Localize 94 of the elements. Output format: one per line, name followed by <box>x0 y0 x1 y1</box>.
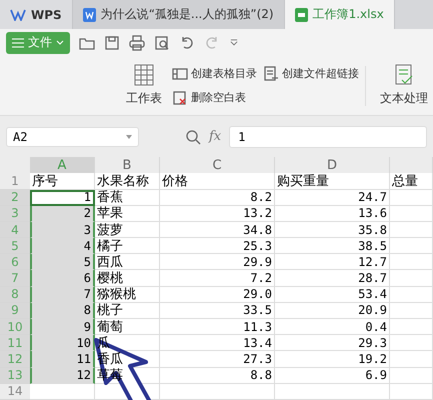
table-cell: 7.2 <box>160 270 275 287</box>
logo-icon <box>10 8 26 21</box>
table-cell: 桃子 <box>95 302 160 320</box>
row-header[interactable]: 6 <box>0 254 30 270</box>
sheet-icon <box>134 64 154 86</box>
sheet-button[interactable]: 工作表 <box>122 64 166 108</box>
table-cell: 38.5 <box>275 238 390 254</box>
table-cell: 11 <box>30 351 95 368</box>
table-cell: 4 <box>30 238 95 254</box>
row-header[interactable]: 13 <box>0 368 30 384</box>
row-header[interactable]: 3 <box>0 206 30 222</box>
file-menu-button[interactable]: 文件 <box>6 32 70 54</box>
zoom-icon[interactable] <box>185 128 201 145</box>
name-box[interactable]: A2 <box>6 126 139 147</box>
table-cell: 13.6 <box>275 206 390 222</box>
tab-label: 为什么说“孤独是...人的孤独”(2) <box>100 6 274 24</box>
table-list-icon[interactable] <box>172 66 188 82</box>
table-cell: 菠萝 <box>95 222 160 238</box>
table-cell: 29.9 <box>160 254 275 270</box>
table-cell: 13.4 <box>160 335 275 352</box>
table-cell: 24.7 <box>275 190 390 206</box>
table-cell: 猕猴桃 <box>95 286 160 303</box>
row-header[interactable]: 11 <box>0 335 30 352</box>
row-header[interactable]: 8 <box>0 286 30 303</box>
caret-icon <box>126 134 132 139</box>
row-header[interactable]: 9 <box>0 302 30 320</box>
table-cell: 6.9 <box>275 368 390 384</box>
table-cell: 6 <box>30 270 95 287</box>
table-cell: 35.8 <box>275 222 390 238</box>
table-cell: 9 <box>30 319 95 336</box>
table-cell: 27.3 <box>160 351 275 368</box>
table-cell: 7 <box>30 286 95 303</box>
document-link-icon[interactable] <box>263 66 279 82</box>
formula-field[interactable]: 1 <box>229 126 427 148</box>
table-cell: 价格 <box>160 173 275 190</box>
table-cell: 3 <box>30 222 95 238</box>
row-header[interactable]: 1 <box>0 173 30 190</box>
table-cell: 20.9 <box>275 302 390 320</box>
table-cell: 13.2 <box>160 206 275 222</box>
row-header[interactable]: 5 <box>0 238 30 254</box>
table-cell: 橘子 <box>95 238 160 254</box>
row-header[interactable]: 4 <box>0 222 30 238</box>
table-cell: 购买重量 <box>275 173 390 190</box>
table-cell: 樱桃 <box>95 270 160 287</box>
tab[interactable]: WPS <box>0 0 73 30</box>
row-header[interactable]: 10 <box>0 319 30 336</box>
table-cell: 8.8 <box>160 368 275 384</box>
table-cell: 西瓜 <box>95 254 160 270</box>
table-cell: 水果名称 <box>95 173 160 190</box>
table-cell: 28.7 <box>275 270 390 287</box>
tab-label: WPS <box>31 8 62 22</box>
caret-icon <box>56 40 64 46</box>
table-cell: 19.2 <box>275 351 390 368</box>
table-cell: 33.5 <box>160 302 275 320</box>
tab[interactable]: 为什么说“孤独是...人的孤独”(2) <box>72 0 285 30</box>
table-cell: 53.4 <box>275 286 390 303</box>
delete-sheet-icon[interactable] <box>172 90 188 106</box>
print-icon[interactable] <box>129 34 145 51</box>
table-cell: 12.7 <box>275 254 390 270</box>
spreadsheet-icon <box>294 8 308 22</box>
table-cell: 2 <box>30 206 95 222</box>
table-cell: 总量 <box>390 173 433 190</box>
table-cell: 11.3 <box>160 319 275 336</box>
save-icon[interactable] <box>104 34 120 51</box>
table-cell: 苹果 <box>95 206 160 222</box>
text-processing-button[interactable]: 文本处理 <box>376 64 432 108</box>
print-preview-icon[interactable] <box>154 34 170 51</box>
table-cell: 序号 <box>30 173 95 190</box>
table-cell: 34.8 <box>160 222 275 238</box>
table-cell: 葡萄 <box>95 319 160 336</box>
tab[interactable]: 工作簿1.xlsx <box>284 0 395 30</box>
row-header[interactable]: 12 <box>0 351 30 368</box>
row-header[interactable]: 14 <box>0 384 30 400</box>
document-icon <box>82 8 96 22</box>
row-header[interactable]: 7 <box>0 270 30 287</box>
function-label[interactable]: fx <box>209 129 222 144</box>
table-cell: 12 <box>30 368 95 384</box>
table-cell: 5 <box>30 254 95 270</box>
ribbon-command[interactable]: 创建文件超链接 <box>263 66 359 82</box>
table-cell: 29.0 <box>160 286 275 303</box>
row-header[interactable]: 2 <box>0 190 30 206</box>
ribbon-command[interactable]: 删除空白表 <box>172 90 257 106</box>
table-cell: 0.4 <box>275 319 390 336</box>
table-cell: 10 <box>30 335 95 352</box>
table-cell: 8 <box>30 302 95 320</box>
table-cell: 1 <box>30 190 95 206</box>
tab-label: 工作簿1.xlsx <box>312 6 384 24</box>
table-cell: 25.3 <box>160 238 275 254</box>
document-check-icon <box>394 64 414 86</box>
table-cell: 香蕉 <box>95 190 160 206</box>
table-cell: 8.2 <box>160 190 275 206</box>
ribbon-command[interactable]: 创建表格目录 <box>172 66 257 82</box>
table-cell: 29.3 <box>275 335 390 352</box>
menu-icon <box>12 38 24 48</box>
